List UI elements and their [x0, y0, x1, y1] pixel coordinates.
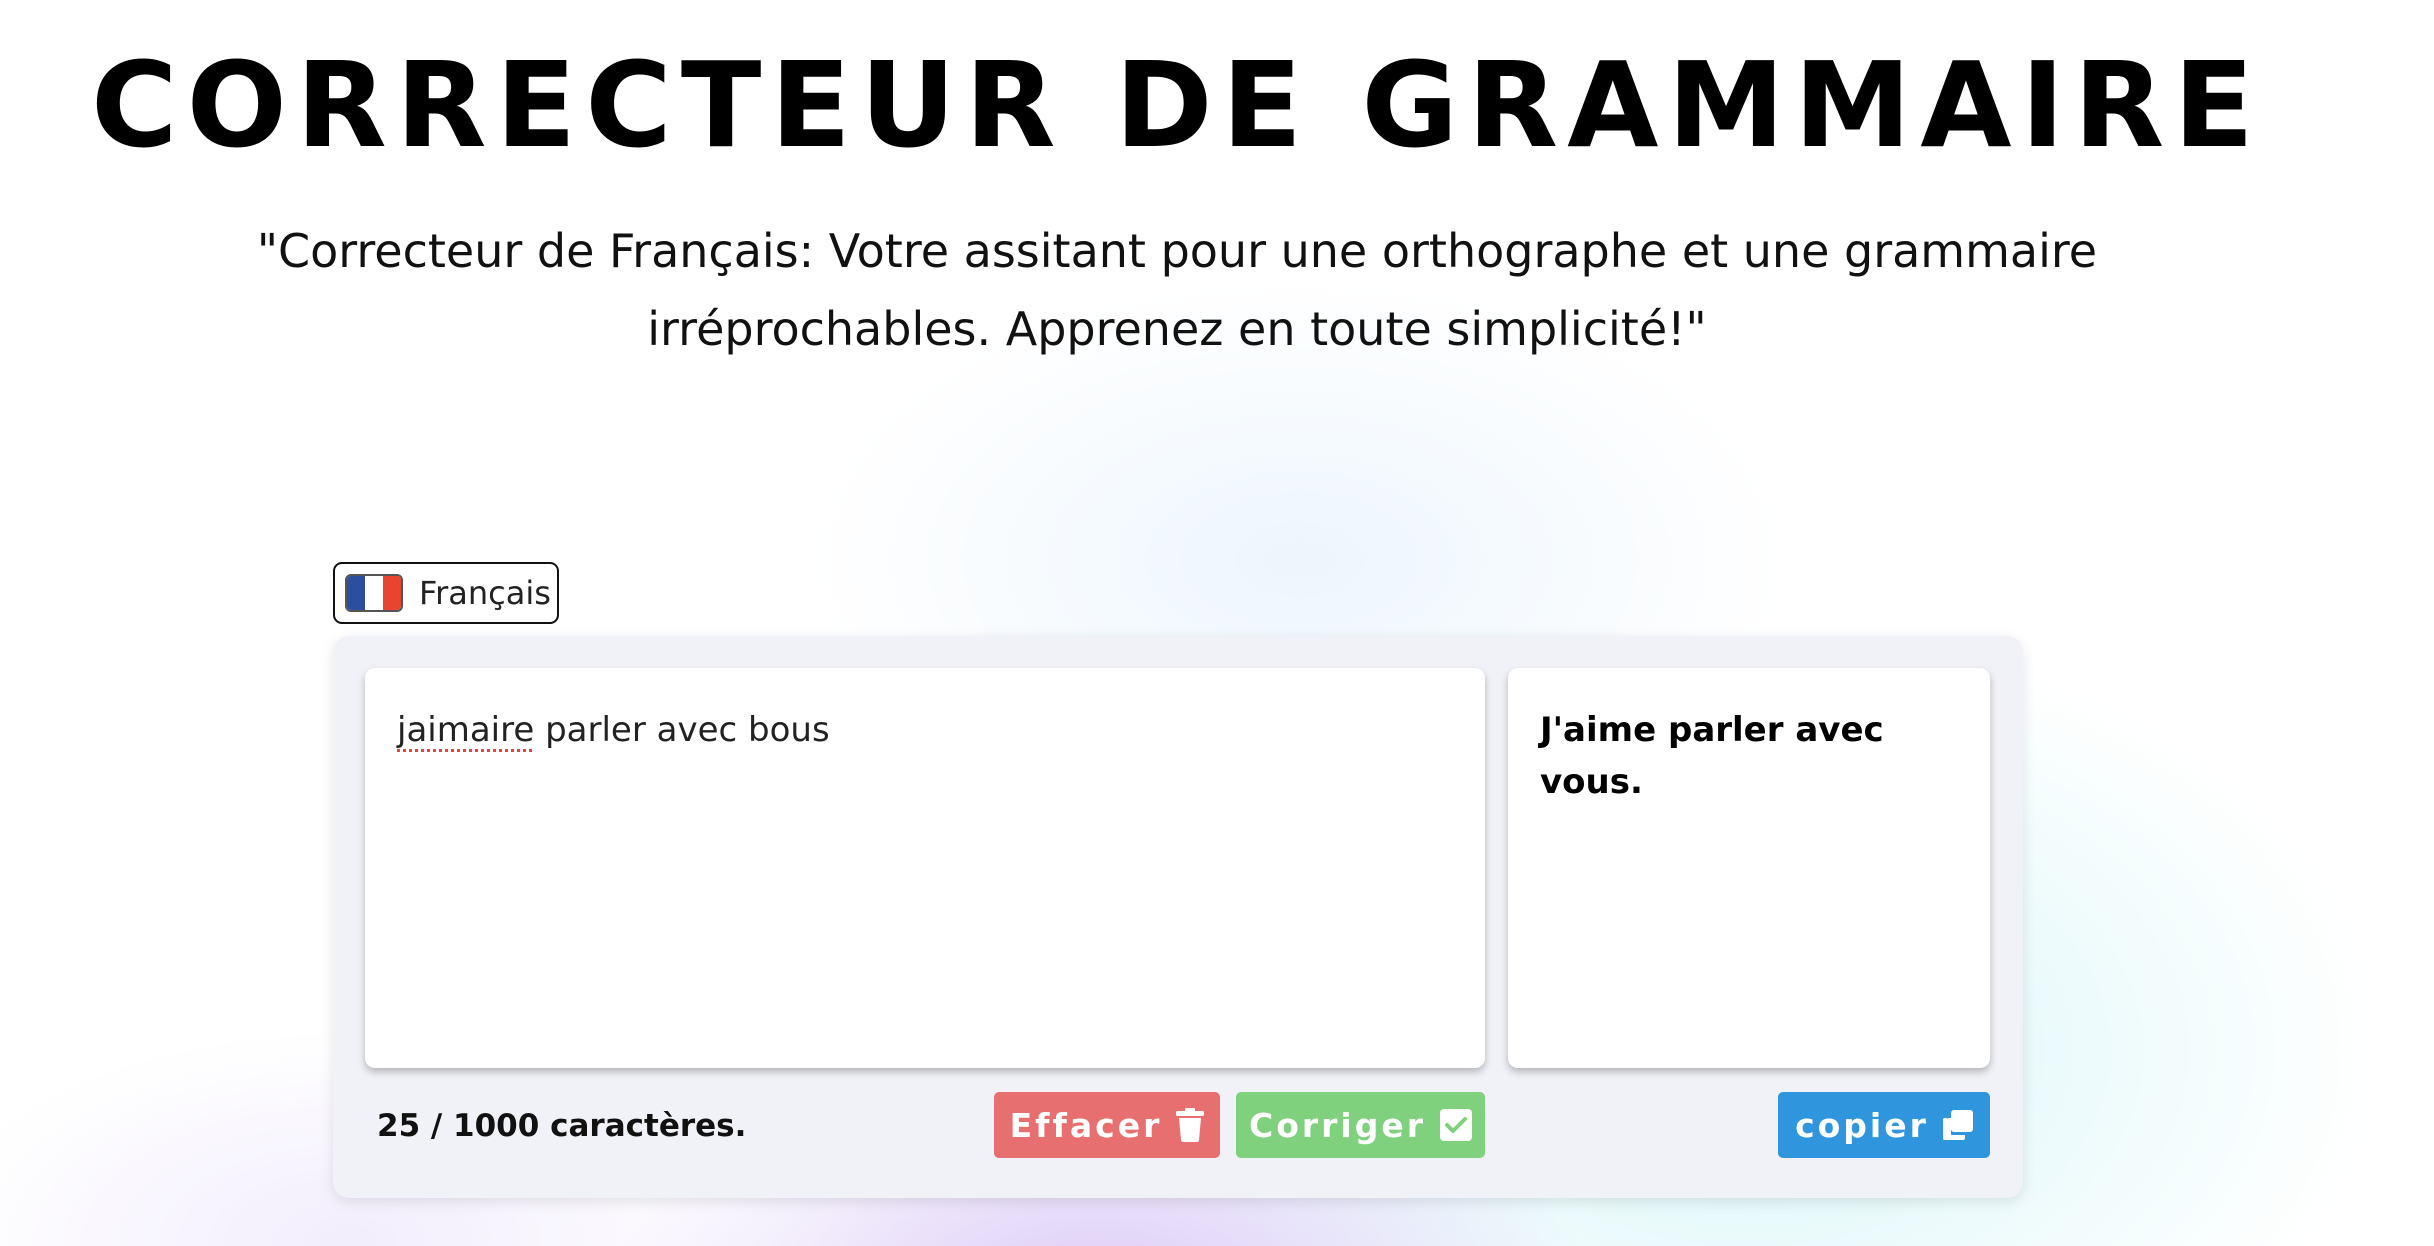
- copy-icon: [1942, 1110, 1973, 1140]
- trash-icon: [1176, 1108, 1205, 1142]
- corrected-output: J'aime parler avec vous.: [1508, 668, 1990, 1068]
- clear-button[interactable]: Effacer: [994, 1092, 1220, 1158]
- language-selector[interactable]: Français: [333, 562, 559, 624]
- check-square-icon: [1440, 1109, 1473, 1141]
- page-title: CORRECTEUR DE GRAMMAIRE: [91, 36, 2263, 174]
- france-flag-icon: [345, 574, 403, 612]
- subtitle-line-1: "Correcteur de Français: Votre assitant …: [256, 224, 2098, 278]
- page-subtitle: "Correcteur de Français: Votre assitant …: [120, 212, 2234, 368]
- clear-button-label: Effacer: [1009, 1105, 1163, 1145]
- copy-button[interactable]: copier: [1778, 1092, 1990, 1158]
- copy-button-label: copier: [1795, 1105, 1929, 1145]
- character-count: 25 / 1000 caractères.: [377, 1108, 747, 1144]
- subtitle-line-2: irréprochables. Apprenez en toute simpli…: [647, 302, 1707, 356]
- language-label: Français: [419, 574, 551, 612]
- correct-button[interactable]: Corriger: [1236, 1092, 1485, 1158]
- input-text: parler avec bous: [534, 710, 830, 750]
- correct-button-label: Corriger: [1248, 1105, 1427, 1145]
- misspelled-word[interactable]: jaimaire: [397, 710, 534, 750]
- corrector-panel: jaimaire parler avec bous J'aime parler …: [333, 636, 2023, 1198]
- text-input[interactable]: jaimaire parler avec bous: [365, 668, 1485, 1068]
